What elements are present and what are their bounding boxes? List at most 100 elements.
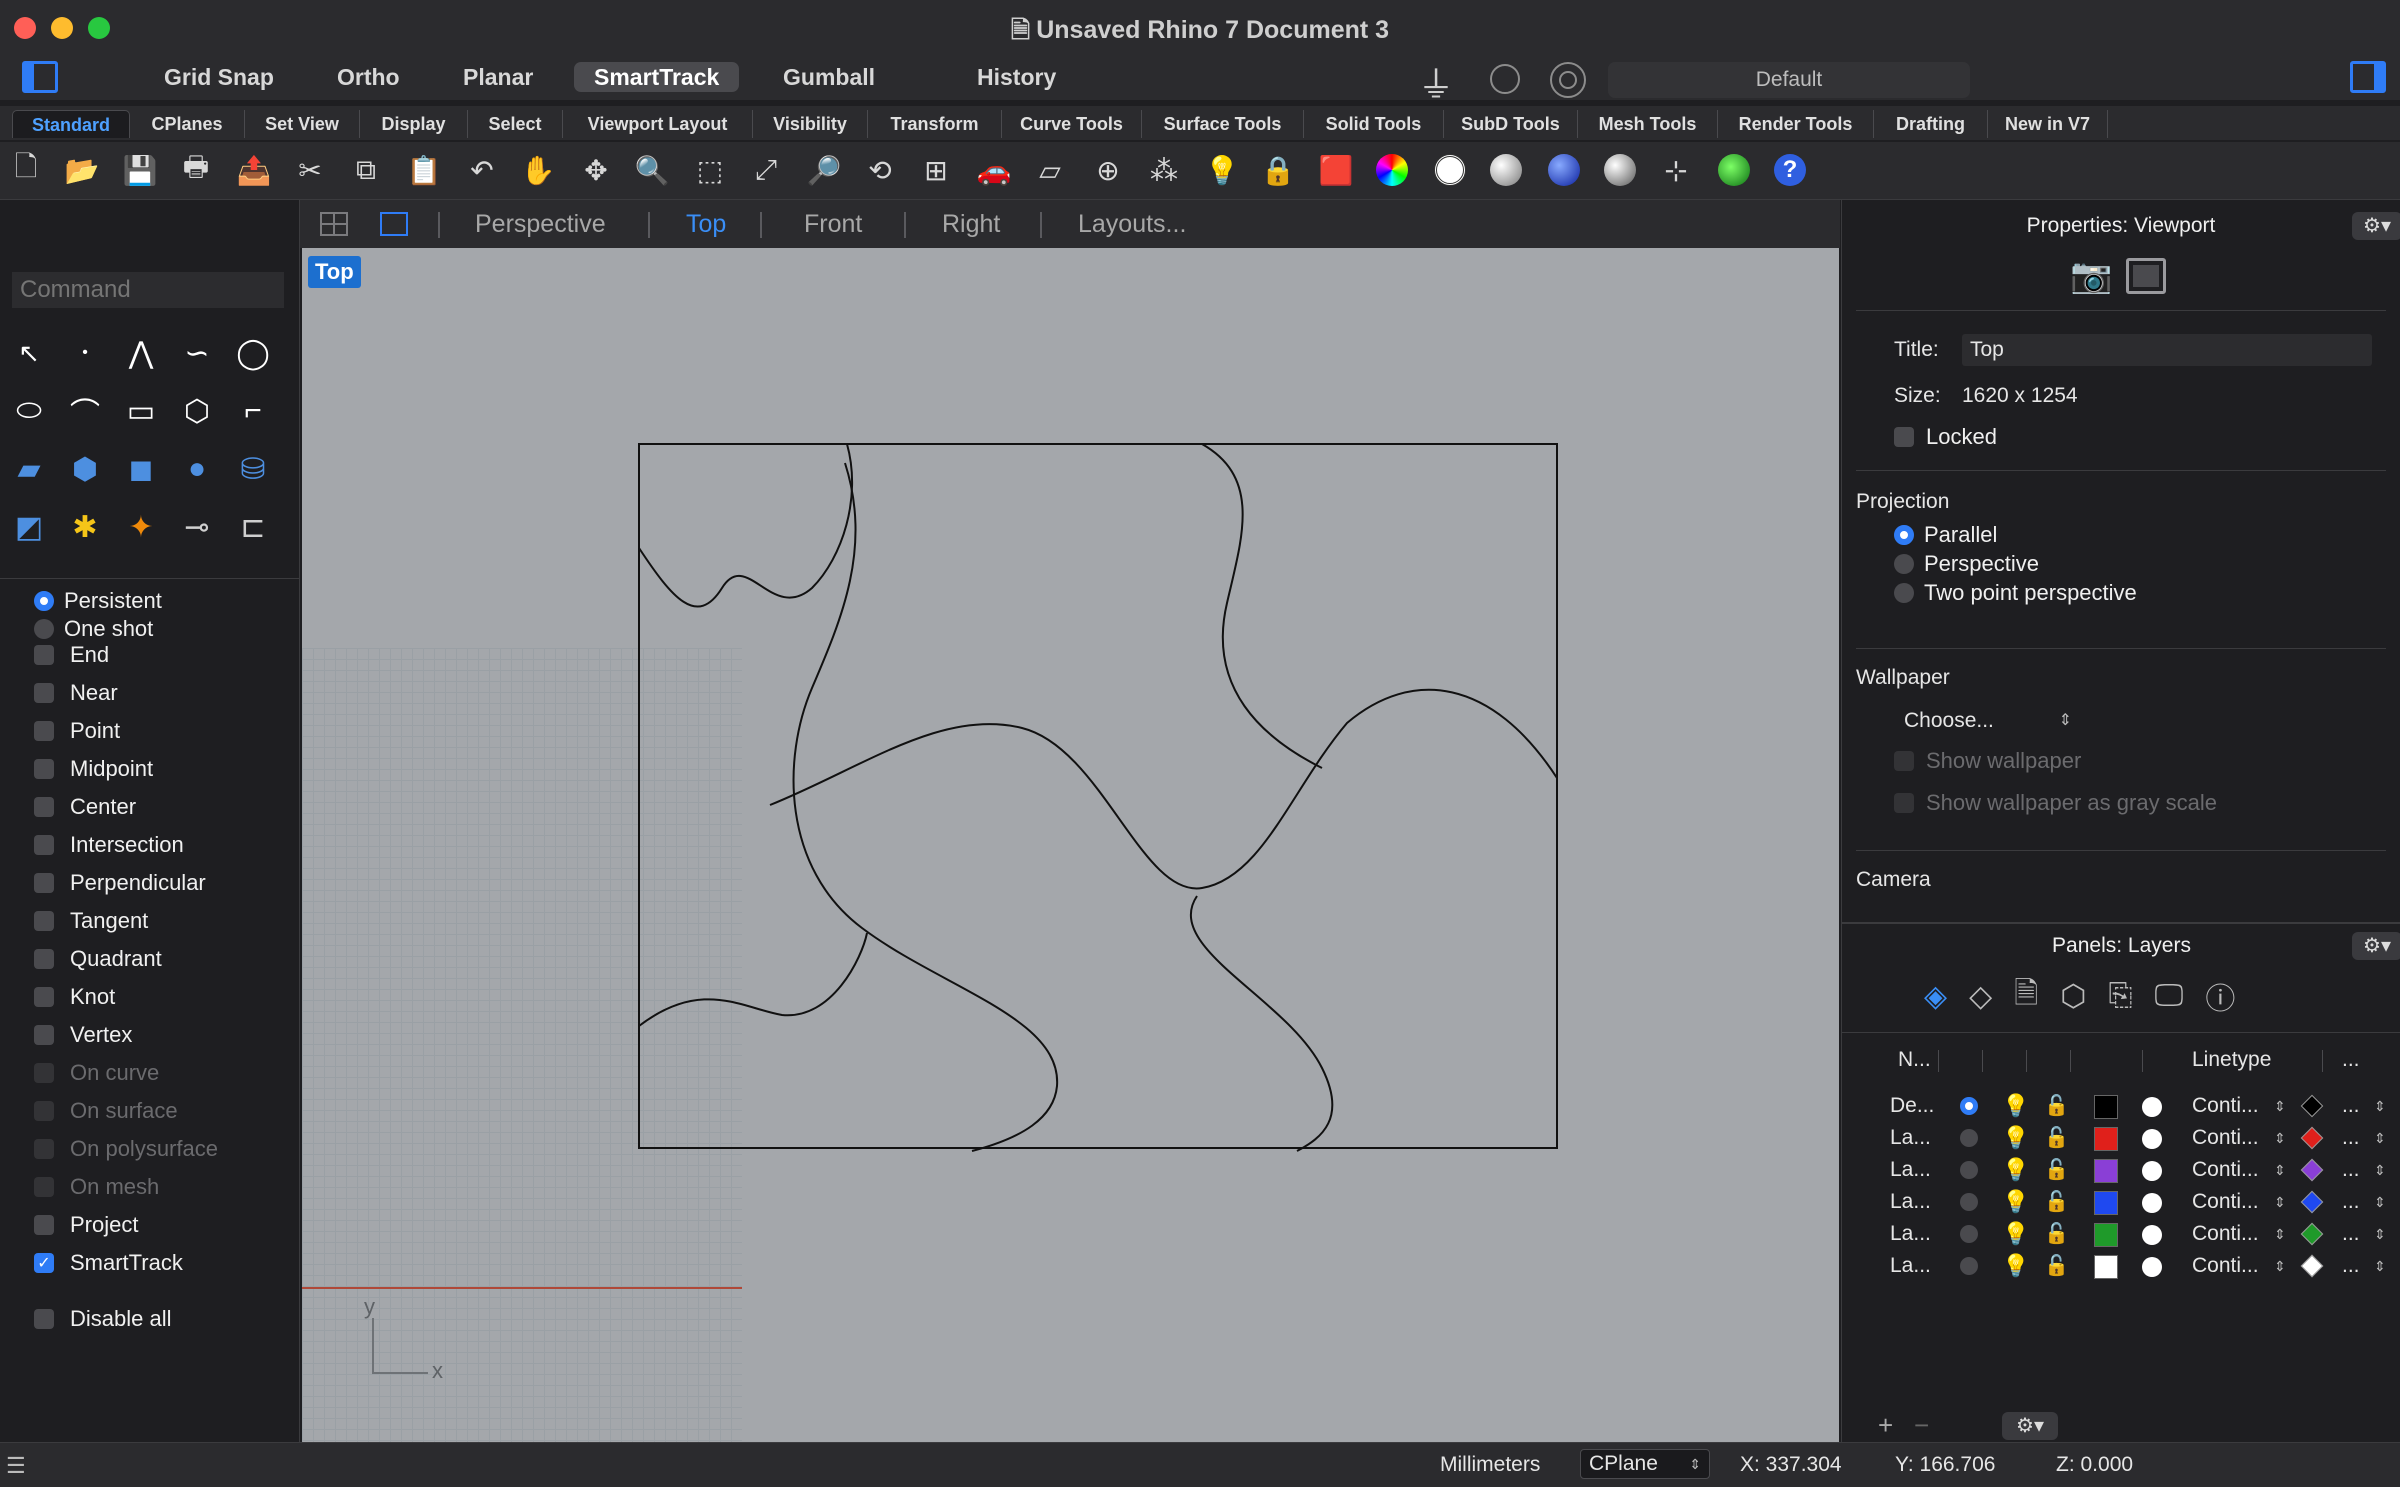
tab-drafting[interactable]: Drafting — [1874, 110, 1988, 138]
material-icon[interactable] — [2142, 1193, 2162, 1213]
layers-tab-icon[interactable]: ◈ — [1924, 979, 1947, 1014]
layer-name[interactable]: De... — [1890, 1090, 1934, 1122]
layer-linetype[interactable]: Conti... — [2192, 1186, 2259, 1218]
title-field[interactable]: Top — [1962, 334, 2372, 366]
viewport-grid-icon[interactable] — [320, 212, 348, 236]
lightbulb-icon[interactable]: 💡 — [2002, 1122, 2029, 1154]
wallpaper-choose-select[interactable]: Choose... ⇕ — [1904, 706, 2084, 736]
point-icon[interactable]: • — [62, 330, 108, 376]
save-icon[interactable]: 💾 — [120, 150, 160, 190]
mesh-icon[interactable]: ◩ — [6, 504, 52, 550]
tab-render-tools[interactable]: Render Tools — [1718, 110, 1874, 138]
shaded-sphere-icon[interactable] — [1486, 150, 1526, 190]
layer-row[interactable]: La... 💡 🔓 Conti... ⇕... ⇕ — [1842, 1154, 2400, 1186]
lightbulb-icon[interactable]: 💡 — [2002, 1218, 2029, 1250]
tab-solid-tools[interactable]: Solid Tools — [1304, 110, 1444, 138]
units-label[interactable]: Millimeters — [1440, 1453, 1540, 1477]
circle-icon[interactable]: ◯ — [230, 330, 276, 376]
grid-snap-toggle[interactable]: Grid Snap — [144, 62, 294, 92]
osnap-disable-all-checkbox[interactable]: Disable all — [34, 1304, 172, 1334]
osnap-point-checkbox[interactable]: Point — [34, 716, 120, 746]
material-icon[interactable] — [2142, 1161, 2162, 1181]
tab-top[interactable]: Top — [686, 210, 726, 239]
osnap-project-checkbox[interactable]: Project — [34, 1210, 138, 1240]
undo-icon[interactable]: ↶ — [462, 150, 502, 190]
locked-checkbox[interactable]: Locked — [1894, 422, 1997, 452]
column-name[interactable]: N... — [1898, 1048, 1931, 1072]
material-icon[interactable] — [2142, 1129, 2162, 1149]
objects-tab-icon[interactable]: ◇ — [1969, 979, 1992, 1014]
current-layer-radio[interactable] — [1960, 1097, 1978, 1115]
zoom-selected-icon[interactable]: 🔎 — [804, 150, 844, 190]
layer-color-swatch[interactable] — [2094, 1223, 2118, 1247]
print-color-icon[interactable] — [2300, 1254, 2324, 1278]
fillet-icon[interactable]: ⌐ — [230, 388, 276, 434]
osnap-knot-checkbox[interactable]: Knot — [34, 982, 115, 1012]
layer-name[interactable]: La... — [1890, 1122, 1931, 1154]
layer-more[interactable]: ... — [2342, 1154, 2360, 1186]
tab-surface-tools[interactable]: Surface Tools — [1142, 110, 1304, 138]
print-color-icon[interactable] — [2300, 1094, 2324, 1118]
tab-curve-tools[interactable]: Curve Tools — [1002, 110, 1142, 138]
osnap-toggle-icon[interactable] — [1490, 64, 1520, 94]
osnap-center-checkbox[interactable]: Center — [34, 792, 136, 822]
layer-row[interactable]: La... 💡 🔓 Conti... ⇕... ⇕ — [1842, 1186, 2400, 1218]
layer-linetype[interactable]: Conti... — [2192, 1218, 2259, 1250]
export-icon[interactable]: 📤 — [234, 150, 274, 190]
single-viewport-icon[interactable] — [380, 212, 408, 236]
osnap-on-mesh-checkbox[interactable]: On mesh — [34, 1172, 159, 1202]
osnap-near-checkbox[interactable]: Near — [34, 678, 118, 708]
tab-select[interactable]: Select — [468, 110, 563, 138]
lock-icon[interactable]: 🔓 — [2044, 1090, 2069, 1122]
gumball-toggle[interactable]: Gumball — [763, 62, 895, 92]
help-icon[interactable]: ? — [1770, 150, 1810, 190]
layers-gear-icon[interactable]: ⚙▾ — [2352, 932, 2400, 960]
tab-cplanes[interactable]: CPlanes — [130, 110, 245, 138]
arc-icon[interactable]: ⌒ — [62, 388, 108, 434]
projection-two-point-radio[interactable]: Two point perspective — [1894, 578, 2137, 608]
surface-icon[interactable]: ▰ — [6, 446, 52, 492]
show-wallpaper-gray-checkbox[interactable]: Show wallpaper as gray scale — [1894, 788, 2217, 818]
show-wallpaper-checkbox[interactable]: Show wallpaper — [1894, 746, 2081, 776]
command-input[interactable] — [12, 272, 284, 308]
tab-new-in-v7[interactable]: New in V7 — [1988, 110, 2108, 138]
lock-icon[interactable]: 🔓 — [2044, 1122, 2069, 1154]
tab-viewport-layout[interactable]: Viewport Layout — [563, 110, 753, 138]
points-icon[interactable]: ⁂ — [1144, 150, 1184, 190]
pan-icon[interactable]: ✋ — [518, 150, 558, 190]
layer-more[interactable]: ... — [2342, 1218, 2360, 1250]
command-history-icon[interactable]: ☰ — [6, 1453, 26, 1479]
left-sidebar-toggle-icon[interactable] — [22, 61, 58, 93]
rotate-view-icon[interactable]: ✥ — [576, 150, 616, 190]
lock-icon[interactable]: 🔓 — [2044, 1218, 2069, 1250]
curve-icon[interactable]: ∽ — [174, 330, 220, 376]
cplane-select[interactable]: CPlane ⇕ — [1580, 1449, 1710, 1479]
extrude-icon[interactable]: ⬢ — [62, 446, 108, 492]
zoom-extents-icon[interactable]: ⤢ — [746, 150, 786, 190]
tab-front[interactable]: Front — [804, 210, 862, 239]
osnap-on-polysurface-checkbox[interactable]: On polysurface — [34, 1134, 218, 1164]
lock-icon[interactable]: 🔓 — [2044, 1250, 2069, 1282]
boolean-icon[interactable]: ● — [174, 446, 220, 492]
layer-color-swatch[interactable] — [2094, 1095, 2118, 1119]
select-icon[interactable]: ↖ — [6, 330, 52, 376]
cplane-icon[interactable]: ▱ — [1030, 150, 1070, 190]
print-color-icon[interactable] — [2300, 1190, 2324, 1214]
tab-subd-tools[interactable]: SubD Tools — [1444, 110, 1578, 138]
layer-more[interactable]: ... — [2342, 1122, 2360, 1154]
layer-linetype[interactable]: Conti... — [2192, 1122, 2259, 1154]
top-viewport[interactable]: y x Top — [302, 248, 1839, 1442]
lock-icon[interactable]: 🔒 — [1258, 150, 1298, 190]
cylinder-icon[interactable]: ⛁ — [230, 446, 276, 492]
osnap-on-surface-checkbox[interactable]: On surface — [34, 1096, 178, 1126]
filter-icon[interactable]: ⏚ — [1418, 56, 1454, 108]
print-icon[interactable]: 🖶 — [176, 150, 216, 190]
tab-transform[interactable]: Transform — [868, 110, 1002, 138]
polyline-icon[interactable]: ⋀ — [118, 330, 164, 376]
right-sidebar-toggle-icon[interactable] — [2350, 61, 2386, 93]
ortho-toggle[interactable]: Ortho — [317, 62, 420, 92]
lock-icon[interactable]: 🔓 — [2044, 1186, 2069, 1218]
print-color-icon[interactable] — [2300, 1158, 2324, 1182]
osnap-perpendicular-checkbox[interactable]: Perpendicular — [34, 868, 206, 898]
help-tab-icon[interactable]: ⓘ — [2205, 974, 2235, 1018]
